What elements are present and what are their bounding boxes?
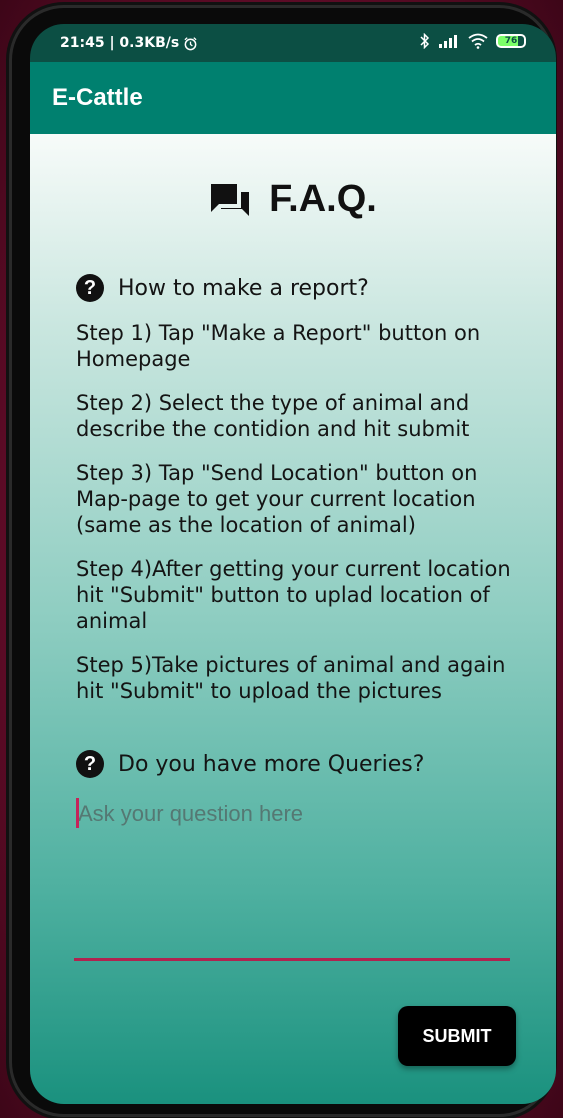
phone-screen: 21:45 | 0.3KB/s 76 E-Cattle F.A.Q. ? How…	[30, 24, 556, 1104]
step-5: Step 5)Take pictures of animal and again…	[76, 653, 506, 703]
step-2: Step 2) Select the type of animal and de…	[76, 391, 470, 441]
alarm-icon	[184, 36, 197, 50]
question-row-more: ? Do you have more Queries?	[76, 750, 424, 778]
status-time: 21:45 | 0.3KB/s	[60, 35, 180, 51]
bluetooth-icon	[420, 33, 430, 49]
app-title: E-Cattle	[52, 84, 143, 111]
wifi-icon	[468, 33, 488, 49]
forum-icon	[211, 183, 250, 216]
submit-button[interactable]: SUBMIT	[398, 1006, 516, 1066]
question-input[interactable]	[74, 796, 508, 832]
question-field[interactable]	[74, 796, 510, 961]
help-circle-icon: ?	[76, 274, 104, 302]
battery-icon: 76	[496, 34, 526, 48]
question-more-queries: Do you have more Queries?	[118, 751, 425, 777]
step-3: Step 3) Tap "Send Location" button on Ma…	[76, 461, 478, 537]
step-4: Step 4)After getting your current locati…	[76, 557, 511, 633]
status-right: 76	[420, 33, 526, 49]
faq-content: F.A.Q. ? How to make a report? Step 1) T…	[30, 134, 556, 1104]
status-bar: 21:45 | 0.3KB/s 76	[30, 24, 556, 62]
signal-icon	[439, 35, 457, 48]
question-row-report: ? How to make a report?	[76, 274, 369, 302]
text-cursor	[76, 798, 79, 828]
status-left: 21:45 | 0.3KB/s	[60, 35, 198, 51]
battery-level: 76	[504, 36, 518, 46]
step-1: Step 1) Tap "Make a Report" button on Ho…	[76, 321, 481, 371]
help-circle-icon: ?	[76, 750, 104, 778]
faq-header: F.A.Q.	[30, 178, 556, 221]
faq-title: F.A.Q.	[269, 178, 377, 220]
question-report: How to make a report?	[118, 275, 369, 301]
app-bar: E-Cattle	[30, 62, 556, 134]
